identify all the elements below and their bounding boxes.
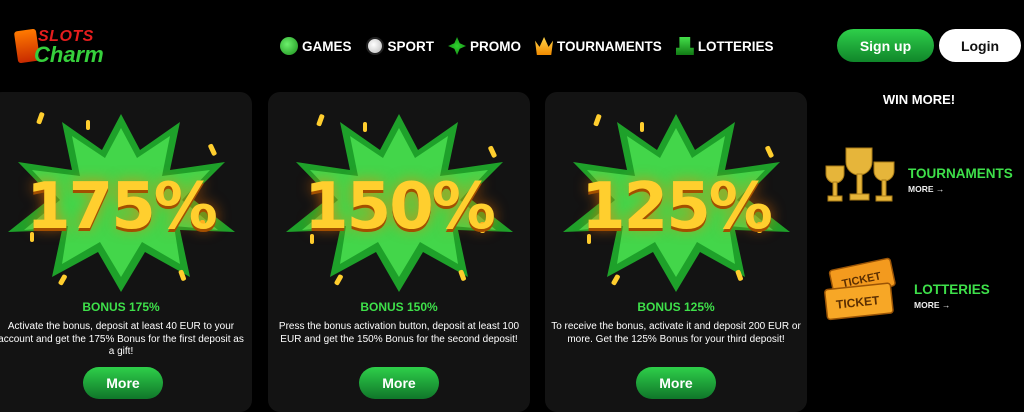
main-nav: GAMES SPORT PROMO TOURNAMENTS LOTTERIES [280, 36, 788, 56]
bonus-description: Press the bonus activation button, depos… [278, 321, 520, 345]
sidebar-item-tournaments[interactable]: TOURNAMENTS MORE → [820, 140, 1024, 220]
bonus-title: BONUS 125% [637, 300, 715, 314]
tournaments-icon [535, 37, 554, 55]
lotteries-icon [675, 37, 694, 55]
bonus-percent: 150% [304, 170, 496, 244]
bonus-percent: 175% [26, 170, 218, 244]
bonus-card-175: 175% BONUS 175% Activate the bonus, depo… [0, 92, 252, 412]
promo-icon [448, 37, 467, 55]
bonus-description: To receive the bonus, activate it and de… [551, 321, 801, 345]
bonus-percent: 125% [581, 170, 773, 244]
nav-item-tournaments[interactable]: TOURNAMENTS [535, 37, 662, 55]
bonus-title: BONUS 150% [360, 300, 438, 314]
nav-item-games[interactable]: GAMES [280, 37, 352, 55]
site-header: SLOTS Charm GAMES SPORT PROMO TOURNAMENT… [0, 0, 1024, 90]
nav-item-label: GAMES [302, 38, 352, 54]
logo-text-line2: Charm [34, 42, 104, 67]
sidebar-more-link[interactable]: MORE → [908, 184, 944, 194]
nav-item-label: LOTTERIES [697, 38, 774, 54]
win-more-heading: WIN MORE! [882, 92, 956, 107]
nav-item-label: SPORT [387, 38, 435, 54]
sidebar-item-label: LOTTERIES [914, 282, 990, 297]
bonus-description: Activate the bonus, deposit at least 40 … [0, 321, 244, 357]
sidebar-more-link[interactable]: MORE → [914, 300, 950, 310]
bonus-more-button[interactable]: More [83, 367, 163, 399]
sidebar-item-lotteries[interactable]: TICKET TICKET LOTTERIES MORE → [820, 256, 1024, 336]
bonus-card-150: 150% BONUS 150% Press the bonus activati… [268, 92, 530, 412]
nav-item-sport[interactable]: SPORT [365, 37, 435, 55]
bonus-card-125: 125% BONUS 125% To receive the bonus, ac… [545, 92, 807, 412]
tickets-icon: TICKET TICKET [824, 257, 896, 321]
site-logo[interactable]: SLOTS Charm [13, 26, 116, 67]
trophies-icon [825, 147, 895, 202]
bonus-more-button[interactable]: More [636, 367, 716, 399]
signup-button[interactable]: Sign up [837, 29, 934, 62]
nav-item-lotteries[interactable]: LOTTERIES [675, 37, 774, 55]
bonus-more-button[interactable]: More [359, 367, 439, 399]
sidebar-item-label: TOURNAMENTS [908, 166, 1013, 181]
nav-item-label: TOURNAMENTS [557, 38, 662, 54]
sport-icon [365, 37, 384, 55]
nav-item-label: PROMO [470, 38, 522, 54]
bonus-title: BONUS 175% [82, 300, 160, 314]
games-icon [280, 37, 298, 55]
login-button[interactable]: Login [939, 29, 1021, 62]
nav-item-promo[interactable]: PROMO [448, 37, 521, 55]
